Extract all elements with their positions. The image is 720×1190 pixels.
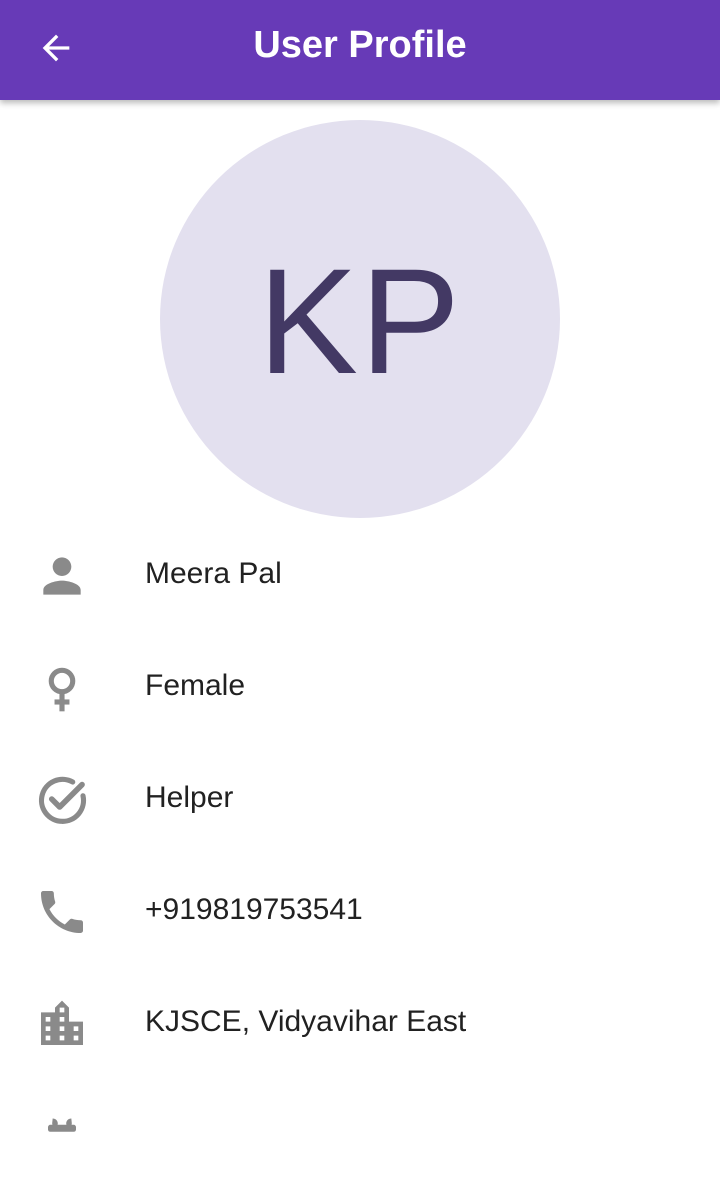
detail-address-text: KJSCE, Vidyavihar East — [145, 1005, 467, 1038]
avatar: KP — [160, 120, 560, 518]
detail-row-role: Helper — [0, 742, 720, 854]
check-circle-icon — [32, 770, 92, 830]
detail-row-partial — [0, 1078, 720, 1190]
profile-details-list: Meera Pal Female Helper +919819753541 KJ… — [0, 518, 720, 1190]
detail-gender-text: Female — [145, 669, 246, 702]
app-bar: User Profile — [0, 0, 720, 100]
detail-row-phone: +919819753541 — [0, 854, 720, 966]
phone-icon — [32, 882, 92, 942]
detail-row-gender: Female — [0, 630, 720, 742]
page-title: User Profile — [253, 24, 467, 66]
detail-row-address: KJSCE, Vidyavihar East — [0, 966, 720, 1078]
building-icon — [32, 994, 92, 1054]
detail-row-name: Meera Pal — [0, 518, 720, 630]
detail-name-text: Meera Pal — [145, 557, 282, 590]
detail-phone-text: +919819753541 — [145, 893, 363, 926]
avatar-initials: KP — [257, 236, 463, 405]
female-icon — [32, 658, 92, 718]
partial-icon — [32, 1106, 92, 1166]
person-icon — [32, 546, 92, 606]
detail-role-text: Helper — [145, 781, 234, 814]
